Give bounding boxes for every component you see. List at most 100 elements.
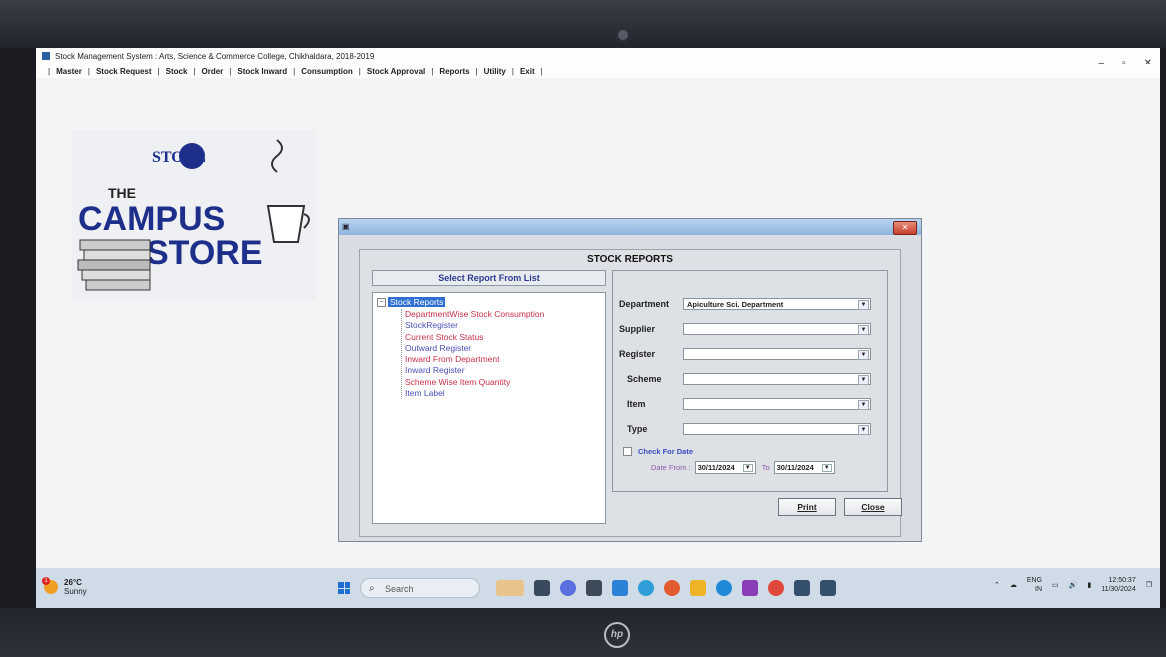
- department-row: Department Apiculture Sci. Department ▼: [619, 297, 871, 311]
- collapse-icon[interactable]: −: [377, 297, 386, 307]
- search-highlight-icon[interactable]: [496, 580, 524, 596]
- type-select[interactable]: ▼: [683, 423, 871, 435]
- menu-stock[interactable]: Stock: [166, 67, 188, 76]
- chrome-icon[interactable]: [768, 580, 784, 596]
- start-button[interactable]: [338, 582, 350, 594]
- tree-item-item-label[interactable]: Item Label: [402, 388, 544, 399]
- browser-icon[interactable]: [716, 580, 732, 596]
- laptop-bezel-top: [0, 0, 1166, 48]
- menu-stock-inward[interactable]: Stock Inward: [237, 67, 287, 76]
- tree-item-stockregister[interactable]: StockRegister: [402, 320, 544, 331]
- chevron-down-icon[interactable]: ▼: [858, 350, 869, 360]
- system-tray: ⌃ ☁ ENG IN ▭ 🔊 ▮ 12:50:37 11/30/2024 ❐: [994, 576, 1152, 594]
- language-indicator[interactable]: ENG IN: [1027, 576, 1042, 594]
- window-title: Stock Management System : Arts, Science …: [55, 51, 375, 61]
- notifications-icon[interactable]: ❐: [1146, 581, 1152, 589]
- item-label: Item: [627, 399, 646, 409]
- stock-reports-dialog: ▣ ✕ STOCK REPORTS Select Report From Lis…: [338, 218, 922, 542]
- register-select[interactable]: ▼: [683, 348, 871, 360]
- display-icon[interactable]: ▭: [1052, 581, 1059, 589]
- date-range-row: Date From : 30/11/2024 ▼ To 30/11/2024 ▼: [651, 461, 835, 474]
- clock[interactable]: 12:50:37 11/30/2024: [1101, 576, 1136, 594]
- scheme-select[interactable]: ▼: [683, 373, 871, 385]
- firefox-icon[interactable]: [664, 580, 680, 596]
- region-code: IN: [1035, 586, 1042, 593]
- dialog-system-icon[interactable]: ▣: [342, 222, 350, 231]
- weather-badge: 1: [42, 577, 50, 585]
- language-code: ENG: [1026, 577, 1042, 584]
- date-from-value: 30/11/2024: [697, 463, 735, 472]
- clock-time: 12:50:37: [1108, 577, 1136, 584]
- chevron-down-icon[interactable]: ▼: [742, 463, 753, 472]
- store-icon[interactable]: [612, 580, 628, 596]
- date-from-label: Date From :: [651, 463, 691, 472]
- calculator-icon[interactable]: [586, 580, 602, 596]
- tree-item-inward-register[interactable]: Inward Register: [402, 365, 544, 376]
- check-for-date[interactable]: Check For Date: [623, 447, 693, 456]
- temperature: 26°C: [64, 578, 82, 587]
- check-for-date-checkbox[interactable]: [623, 447, 632, 456]
- tree-item-current-stock-status[interactable]: Current Stock Status: [402, 332, 544, 343]
- scheme-label: Scheme: [627, 374, 662, 384]
- mdi-workspace: STORE THE CAMPUS STORE ▣ ✕ STOCK REPORTS…: [36, 78, 1160, 568]
- chevron-down-icon[interactable]: ▼: [858, 425, 869, 435]
- menu-exit[interactable]: Exit: [520, 67, 535, 76]
- chevron-down-icon[interactable]: ▼: [858, 375, 869, 385]
- app-window-icon[interactable]: [794, 580, 810, 596]
- item-row: Item ▼: [619, 397, 871, 411]
- tree-root-label[interactable]: Stock Reports: [388, 297, 446, 307]
- app-icon-purple[interactable]: [742, 580, 758, 596]
- supplier-select[interactable]: ▼: [683, 323, 871, 335]
- app-window-icon-2[interactable]: [820, 580, 836, 596]
- tree-items: DepartmentWise Stock Consumption StockRe…: [401, 309, 544, 400]
- tree-item-scheme-wise-item-quantity[interactable]: Scheme Wise Item Quantity: [402, 377, 544, 388]
- menu-stock-request[interactable]: Stock Request: [96, 67, 152, 76]
- chat-icon[interactable]: [560, 580, 576, 596]
- report-list-heading: Select Report From List: [372, 270, 606, 286]
- menu-reports[interactable]: Reports: [439, 67, 469, 76]
- tree-root[interactable]: − Stock Reports: [377, 297, 446, 307]
- date-to-label: To: [761, 463, 770, 472]
- chevron-down-icon[interactable]: ▼: [821, 463, 832, 472]
- clock-date: 11/30/2024: [1101, 586, 1136, 593]
- edge-icon[interactable]: [638, 580, 654, 596]
- weather-widget[interactable]: 1 26°C Sunny: [42, 577, 87, 596]
- task-view-icon[interactable]: [534, 580, 550, 596]
- logo-campus: CAMPUS: [78, 200, 225, 238]
- tree-item-departmentwise-stock-consumption[interactable]: DepartmentWise Stock Consumption: [402, 309, 544, 320]
- tree-item-inward-from-department[interactable]: Inward From Department: [402, 354, 544, 365]
- chevron-down-icon[interactable]: ▼: [858, 400, 869, 410]
- hp-logo: hp: [604, 622, 630, 648]
- print-button[interactable]: Print: [778, 498, 836, 516]
- chevron-down-icon[interactable]: ▼: [858, 300, 869, 310]
- dialog-close-button[interactable]: ✕: [893, 221, 917, 235]
- window-titlebar: Stock Management System : Arts, Science …: [36, 48, 1160, 64]
- department-select[interactable]: Apiculture Sci. Department ▼: [683, 298, 871, 310]
- report-tree[interactable]: − Stock Reports DepartmentWise Stock Con…: [372, 292, 606, 524]
- battery-icon[interactable]: ▮: [1087, 581, 1091, 589]
- report-list-panel: Select Report From List − Stock Reports …: [372, 270, 606, 524]
- supplier-label: Supplier: [619, 324, 656, 334]
- logo-the: THE: [108, 185, 136, 201]
- menu-consumption[interactable]: Consumption: [301, 67, 353, 76]
- logo-store: STORE: [146, 234, 263, 272]
- menu-stock-approval[interactable]: Stock Approval: [367, 67, 425, 76]
- campus-store-logo: STORE THE CAMPUS STORE: [72, 130, 316, 300]
- file-explorer-icon[interactable]: [690, 580, 706, 596]
- chevron-down-icon[interactable]: ▼: [858, 325, 869, 335]
- date-to-picker[interactable]: 30/11/2024 ▼: [773, 461, 835, 474]
- dialog-heading: STOCK REPORTS: [587, 254, 673, 265]
- taskbar-search[interactable]: ⌕ Search: [360, 578, 480, 598]
- tree-item-outward-register[interactable]: Outward Register: [402, 343, 544, 354]
- menu-master[interactable]: Master: [56, 67, 82, 76]
- chevron-up-icon[interactable]: ⌃: [994, 581, 1000, 589]
- date-from-picker[interactable]: 30/11/2024 ▼: [694, 461, 756, 474]
- register-label: Register: [619, 349, 656, 359]
- volume-icon[interactable]: 🔊: [1069, 581, 1078, 589]
- close-dialog-button[interactable]: Close: [844, 498, 902, 516]
- item-select[interactable]: ▼: [683, 398, 871, 410]
- books-icon: [77, 239, 151, 291]
- menu-utility[interactable]: Utility: [484, 67, 506, 76]
- menu-order[interactable]: Order: [201, 67, 223, 76]
- cloud-icon[interactable]: ☁: [1010, 581, 1017, 589]
